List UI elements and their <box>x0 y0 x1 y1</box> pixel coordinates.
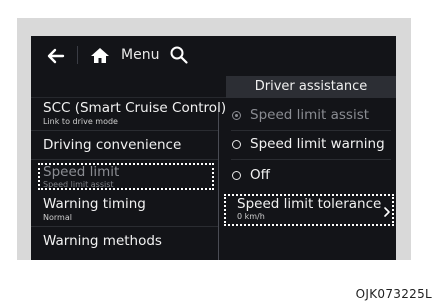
top-bar: Menu <box>31 36 396 76</box>
menu-item-label: SCC (Smart Cruise Control) <box>43 100 227 116</box>
tolerance-title: Speed limit tolerance <box>237 196 382 212</box>
menu-item-driving-convenience[interactable]: Driving convenience <box>31 136 218 158</box>
menu-button[interactable]: Menu <box>121 47 159 63</box>
tolerance-value: 0 km/h <box>237 212 265 221</box>
option-label: Speed limit warning <box>250 136 385 152</box>
menu-item-sublabel: Link to drive mode <box>43 117 118 126</box>
panel-header: Driver assistance <box>226 76 396 98</box>
menu-item-label: Warning methods <box>43 233 162 249</box>
figure-code: OJK073225L <box>355 287 432 301</box>
menu-item-label: Warning timing <box>43 196 146 212</box>
header-divider <box>31 97 226 98</box>
column-divider <box>218 106 219 260</box>
speed-limit-highlight <box>38 163 214 190</box>
menu-item-warning-methods[interactable]: Warning methods <box>31 233 218 255</box>
menu-item-label: Driving convenience <box>43 137 182 153</box>
menu-item-scc[interactable]: SCC (Smart Cruise Control) Link to drive… <box>31 100 226 130</box>
panel-title: Driver assistance <box>254 79 368 94</box>
separator <box>31 130 218 131</box>
separator <box>31 226 218 227</box>
menu-item-sublabel: Normal <box>43 213 72 222</box>
separator <box>231 130 391 131</box>
separator <box>31 159 218 160</box>
search-icon[interactable] <box>169 45 189 65</box>
home-icon[interactable] <box>89 45 111 67</box>
infotainment-screen: Menu Driver assistance SCC (Smart Cruise… <box>31 36 396 260</box>
radio-selected-icon <box>232 111 241 120</box>
topbar-divider <box>77 46 78 64</box>
option-speed-limit-warning[interactable]: Speed limit warning <box>226 135 396 157</box>
menu-item-warning-timing[interactable]: Warning timing Normal <box>31 196 218 226</box>
option-label: Off <box>250 167 270 183</box>
radio-icon <box>232 140 241 149</box>
arrow-left-icon[interactable] <box>45 45 67 67</box>
option-off[interactable]: Off <box>226 166 396 188</box>
chevron-right-icon <box>384 207 390 217</box>
radio-icon <box>232 171 241 180</box>
separator <box>231 159 391 160</box>
option-speed-limit-assist[interactable]: Speed limit assist <box>226 106 396 128</box>
option-label: Speed limit assist <box>250 107 370 123</box>
